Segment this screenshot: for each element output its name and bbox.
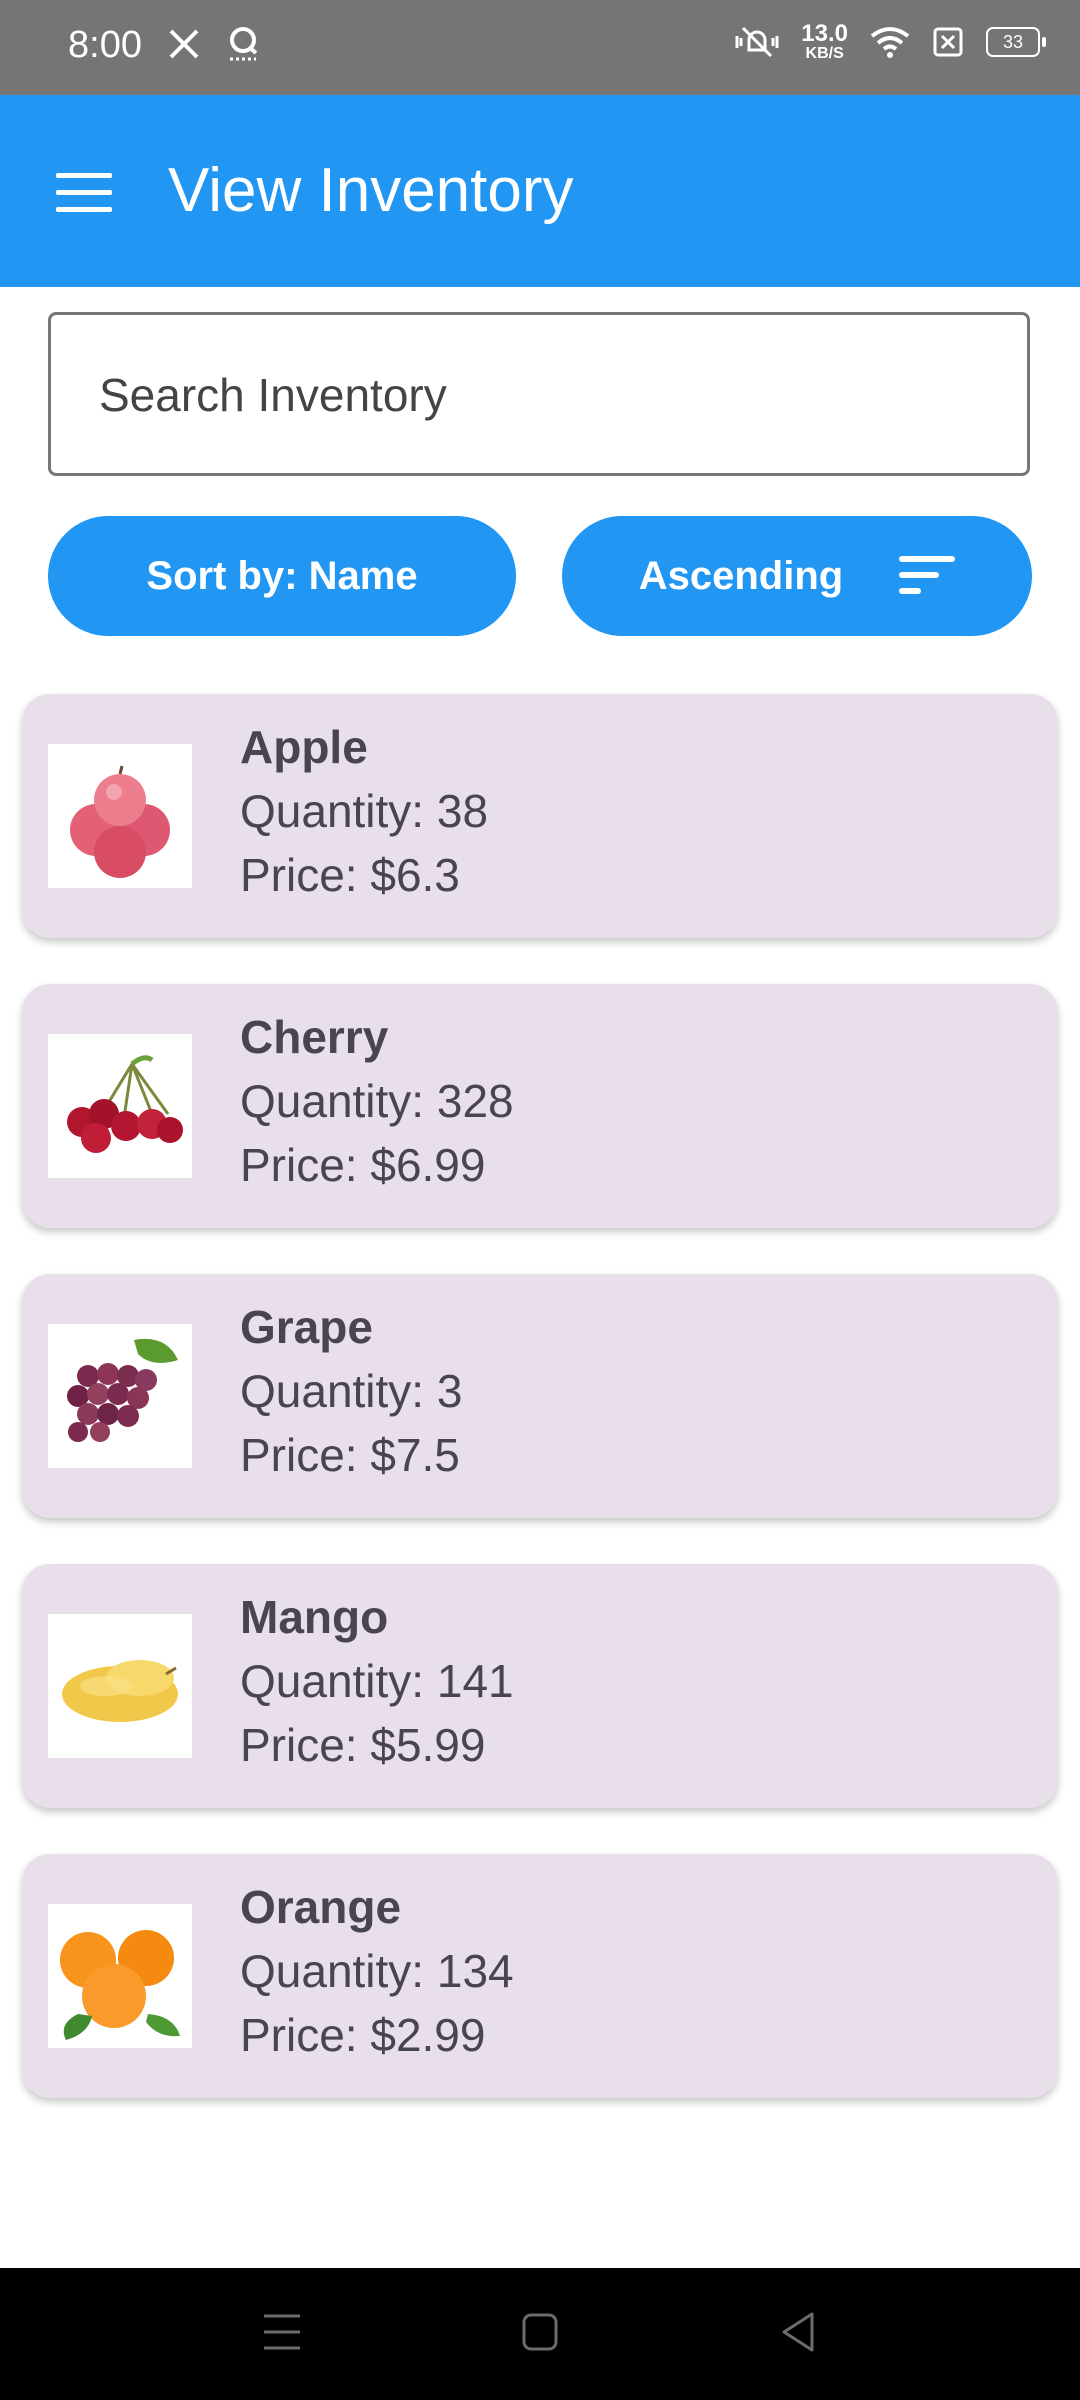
home-icon[interactable] <box>520 2310 560 2354</box>
item-price: Price: $7.5 <box>240 1429 460 1481</box>
item-price: Price: $5.99 <box>240 1719 486 1771</box>
status-left-icons <box>168 26 260 62</box>
net-speed: 13.0 KB/S <box>801 22 848 62</box>
battery-icon: 33 <box>986 27 1046 57</box>
status-time: 8:00 <box>68 24 142 66</box>
hamburger-menu-icon[interactable] <box>56 173 112 213</box>
item-name: Orange <box>240 1881 402 1933</box>
inventory-item-orange[interactable]: Orange Quantity: 134 Price: $2.99 <box>22 1854 1058 2098</box>
item-details: Apple Quantity: 38 Price: $6.3 <box>240 720 488 912</box>
sort-by-label: Sort by: Name <box>146 553 418 598</box>
status-bar: 8:00 13.0 KB/S 33 <box>0 0 1080 95</box>
back-icon[interactable] <box>778 2310 818 2354</box>
no-sim-icon <box>933 27 963 57</box>
battery-level: 33 <box>1002 31 1024 52</box>
item-name: Grape <box>240 1301 373 1353</box>
recents-icon[interactable] <box>262 2310 302 2354</box>
net-speed-unit: KB/S <box>805 45 844 62</box>
item-price: Price: $2.99 <box>240 2009 486 2061</box>
app-bar: View Inventory <box>0 95 1080 287</box>
sort-by-button[interactable]: Sort by: Name <box>48 516 516 636</box>
item-price: Price: $6.3 <box>240 849 460 901</box>
sort-order-button[interactable]: Ascending <box>562 516 1032 636</box>
wifi-icon <box>870 27 910 58</box>
search-input[interactable] <box>97 315 981 475</box>
status-right-icons: 13.0 KB/S 33 <box>735 22 1046 62</box>
item-details: Mango Quantity: 141 Price: $5.99 <box>240 1590 514 1782</box>
item-name: Mango <box>240 1591 389 1643</box>
item-quantity: Quantity: 141 <box>240 1655 514 1707</box>
sort-icon <box>899 556 956 596</box>
inventory-item-mango[interactable]: Mango Quantity: 141 Price: $5.99 <box>22 1564 1058 1808</box>
orange-image <box>48 1904 192 2048</box>
page-title: View Inventory <box>168 156 574 225</box>
item-name: Apple <box>240 721 368 773</box>
inventory-item-grape[interactable]: Grape Quantity: 3 Price: $7.5 <box>22 1274 1058 1518</box>
grape-image <box>48 1324 192 1468</box>
item-quantity: Quantity: 38 <box>240 785 489 837</box>
notification-icon <box>230 27 258 61</box>
item-details: Grape Quantity: 3 Price: $7.5 <box>240 1300 462 1492</box>
cherry-image <box>48 1034 192 1178</box>
item-details: Orange Quantity: 134 Price: $2.99 <box>240 1880 514 2072</box>
item-quantity: Quantity: 3 <box>240 1365 463 1417</box>
apple-image <box>48 744 192 888</box>
inventory-item-apple[interactable]: Apple Quantity: 38 Price: $6.3 <box>22 694 1058 938</box>
inventory-item-cherry[interactable]: Cherry Quantity: 328 Price: $6.99 <box>22 984 1058 1228</box>
item-quantity: Quantity: 134 <box>240 1945 514 1997</box>
sort-order-label: Ascending <box>638 553 844 598</box>
x-app-icon <box>169 29 199 59</box>
item-name: Cherry <box>240 1011 389 1063</box>
item-details: Cherry Quantity: 328 Price: $6.99 <box>240 1010 514 1202</box>
navigation-bar <box>0 2268 1080 2400</box>
mango-image <box>48 1614 192 1758</box>
item-price: Price: $6.99 <box>240 1139 486 1191</box>
item-quantity: Quantity: 328 <box>240 1075 514 1127</box>
search-field[interactable] <box>48 312 1030 476</box>
mute-vibrate-icon <box>735 26 779 58</box>
net-speed-value: 13.0 <box>801 20 848 47</box>
